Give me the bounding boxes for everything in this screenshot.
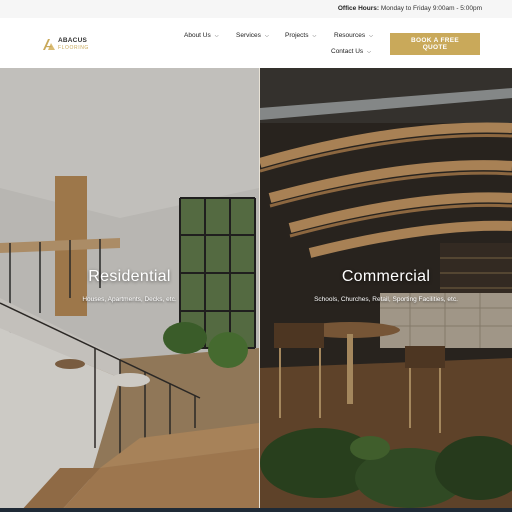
logo-icon xyxy=(43,38,55,50)
nav-services-label: Services xyxy=(236,32,261,39)
nav-contact-us[interactable]: Contact Us ⌵ xyxy=(331,48,371,55)
logo[interactable]: ABACUS FLOORING xyxy=(43,37,89,51)
chevron-down-icon: ⌵ xyxy=(312,32,317,39)
residential-title: Residential xyxy=(88,268,171,285)
logo-tagline: FLOORING xyxy=(58,44,89,51)
top-bar: Office Hours: Monday to Friday 9:00am - … xyxy=(0,0,512,18)
nav-contact-us-label: Contact Us xyxy=(331,48,364,55)
commercial-photo xyxy=(260,68,512,512)
chevron-down-icon: ⌵ xyxy=(367,48,371,55)
book-quote-line2: QUOTE xyxy=(422,44,448,51)
chevron-down-icon: ⌵ xyxy=(369,32,373,39)
commercial-subtitle: Schools, Churches, Retail, Sporting Faci… xyxy=(314,296,458,303)
nav-about-us-label: About Us xyxy=(184,32,211,39)
nav-about-us[interactable]: About Us ⌵ xyxy=(184,32,219,39)
commercial-title: Commercial xyxy=(341,268,431,285)
nav-resources-label: Resources xyxy=(334,32,366,39)
logo-name: ABACUS xyxy=(58,37,88,44)
footer-strip xyxy=(0,508,512,512)
book-quote-line1: BOOK A FREE xyxy=(411,37,459,44)
chevron-down-icon: ⌵ xyxy=(214,32,219,39)
hero-section: Residential Houses, Apartments, Decks, e… xyxy=(0,68,512,512)
nav-projects[interactable]: Projects ⌵ xyxy=(285,32,316,39)
chevron-down-icon: ⌵ xyxy=(264,32,269,39)
commercial-panel[interactable]: Commercial Schools, Churches, Retail, Sp… xyxy=(260,68,512,512)
nav-projects-label: Projects xyxy=(285,32,309,39)
residential-subtitle: Houses, Apartments, Decks, etc. xyxy=(82,296,177,303)
office-hours-value: Monday to Friday 9:00am - 5:00pm xyxy=(380,5,482,12)
residential-panel[interactable]: Residential Houses, Apartments, Decks, e… xyxy=(0,68,259,512)
office-hours: Office Hours: Monday to Friday 9:00am - … xyxy=(338,5,482,12)
book-quote-button[interactable]: BOOK A FREE QUOTE xyxy=(390,33,480,55)
residential-photo xyxy=(0,68,259,512)
office-hours-label: Office Hours: xyxy=(337,5,380,12)
nav-services[interactable]: Services ⌵ xyxy=(236,32,269,39)
nav-resources[interactable]: Resources ⌵ xyxy=(334,32,373,39)
